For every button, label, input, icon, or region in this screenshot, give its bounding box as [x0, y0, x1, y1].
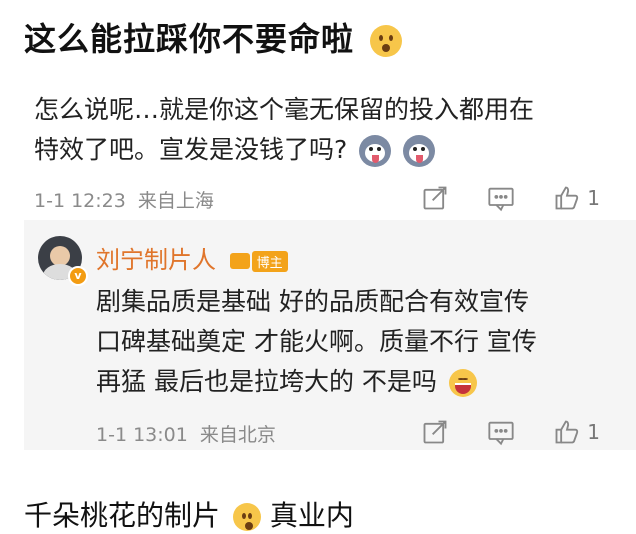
reply-actions: 1: [421, 418, 600, 446]
next-comment-title: 千朵桃花的制片 真业内: [24, 494, 354, 534]
reply-line-2: 口碑基础奠定 才能火啊。质量不行 宣传: [96, 327, 537, 356]
laugh-emoji-icon: [448, 369, 477, 397]
reply-location: 来自北京: [199, 424, 276, 446]
surprised-emoji-icon: [370, 25, 403, 57]
reply-button[interactable]: [487, 418, 515, 446]
comment-meta: 1-1 12:23 来自上海: [34, 186, 214, 213]
next-comment-text: 千朵桃花的制片: [24, 499, 221, 532]
post-title: 这么能拉踩你不要命啦: [24, 14, 403, 60]
verified-badge: v: [68, 266, 88, 286]
next-comment-text-after: 真业内: [269, 499, 354, 532]
comment-line-1: 怎么说呢…就是你这个毫无保留的投入都用在: [34, 95, 535, 124]
share-icon: [423, 186, 447, 210]
comment-icon: [488, 187, 514, 212]
husky-emoji-icon: [403, 135, 436, 167]
like-count: 1: [587, 420, 600, 444]
reply-meta: 1-1 13:01 来自北京: [96, 420, 276, 447]
comment-time: 1-1 12:23: [34, 190, 126, 212]
reply-line-3-text: 再猛 最后也是拉垮大的 不是吗: [96, 367, 437, 396]
author-badge: 博主: [251, 250, 288, 272]
husky-emoji-icon: [359, 135, 392, 167]
emoji-icon: [232, 503, 261, 531]
like-count: 1: [587, 186, 600, 210]
comment-actions: 1: [421, 184, 600, 212]
crown-icon: [229, 253, 250, 269]
like-button[interactable]: 1: [553, 184, 600, 212]
like-icon: [555, 186, 579, 210]
comment-body: 怎么说呢…就是你这个毫无保留的投入都用在 特效了吧。宣发是没钱了吗?: [34, 90, 614, 170]
post-title-text: 这么能拉踩你不要命啦: [24, 20, 355, 58]
share-button[interactable]: [421, 418, 449, 446]
like-button[interactable]: 1: [553, 418, 600, 446]
comment-icon: [488, 421, 514, 446]
comment-line-2: 特效了吧。宣发是没钱了吗?: [34, 130, 614, 170]
share-icon: [423, 420, 447, 444]
reply-author-name[interactable]: 刘宁制片人: [96, 246, 216, 274]
reply-line-1: 剧集品质是基础 好的品质配合有效宣传: [96, 287, 529, 316]
comment-line-2-text: 特效了吧。宣发是没钱了吗?: [34, 135, 348, 164]
comment-location: 来自上海: [137, 190, 214, 212]
share-button[interactable]: [421, 184, 449, 212]
reply-body: 剧集品质是基础 好的品质配合有效宣传 口碑基础奠定 才能火啊。质量不行 宣传 再…: [96, 282, 616, 402]
like-icon: [555, 420, 579, 444]
reply-line-3: 再猛 最后也是拉垮大的 不是吗: [96, 362, 616, 402]
reply-time: 1-1 13:01: [96, 424, 188, 446]
reply-author-row: 刘宁制片人 博主: [96, 240, 288, 275]
reply-button[interactable]: [487, 184, 515, 212]
